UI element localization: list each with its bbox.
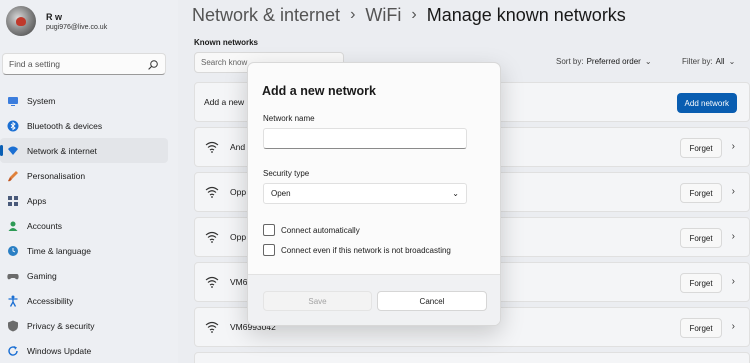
sidebar-nav: System Bluetooth & devices Network & int… — [0, 88, 168, 363]
sidebar-item-apps[interactable]: Apps — [0, 188, 168, 213]
sidebar-item-label: Apps — [27, 195, 47, 206]
update-icon — [7, 345, 19, 357]
sidebar-item-system[interactable]: System — [0, 88, 168, 113]
security-type-value: Open — [271, 189, 291, 198]
sidebar-item-label: Gaming — [27, 270, 57, 281]
checkbox-label: Connect even if this network is not broa… — [281, 245, 451, 255]
network-icon — [7, 145, 19, 157]
sidebar-item-label: Bluetooth & devices — [27, 120, 103, 131]
network-name-label: Network name — [263, 114, 315, 123]
sidebar-item-label: Personalisation — [27, 170, 86, 181]
sidebar-item-accounts[interactable]: Accounts — [0, 213, 168, 238]
checkbox-box[interactable] — [263, 244, 275, 256]
accounts-icon — [7, 220, 19, 232]
gaming-icon — [7, 270, 19, 282]
shield-icon — [7, 320, 19, 332]
search-box[interactable]: Find a setting — [2, 53, 166, 75]
sidebar-item-time-language[interactable]: Time & language — [0, 238, 168, 263]
sidebar-item-bluetooth[interactable]: Bluetooth & devices — [0, 113, 168, 138]
security-type-label: Security type — [263, 169, 310, 178]
sidebar-item-windows-update[interactable]: Windows Update — [0, 338, 168, 363]
sidebar-item-accessibility[interactable]: Accessibility — [0, 288, 168, 313]
checkbox-box[interactable] — [263, 224, 275, 236]
sidebar-item-label: Network & internet — [27, 145, 97, 156]
sidebar-item-label: Accounts — [27, 220, 62, 231]
sidebar-item-privacy[interactable]: Privacy & security — [0, 313, 168, 338]
chevron-down-icon: ⌄ — [452, 189, 459, 198]
avatar — [6, 6, 36, 36]
brush-icon — [7, 170, 19, 182]
accessibility-icon — [7, 295, 19, 307]
apps-icon — [7, 195, 19, 207]
profile-name: R w — [46, 11, 63, 22]
search-input[interactable]: Find a setting — [9, 59, 147, 69]
sidebar-item-gaming[interactable]: Gaming — [0, 263, 168, 288]
sidebar-item-label: Accessibility — [27, 295, 74, 306]
connect-hidden-checkbox[interactable]: Connect even if this network is not broa… — [263, 244, 451, 256]
dialog-footer: Save Cancel — [248, 274, 500, 325]
connect-automatically-checkbox[interactable]: Connect automatically — [263, 224, 360, 236]
sidebar-item-label: Windows Update — [27, 345, 92, 356]
save-button[interactable]: Save — [263, 291, 372, 311]
network-name-input[interactable] — [263, 128, 467, 149]
security-type-select[interactable]: Open ⌄ — [263, 183, 467, 204]
add-network-dialog: Add a new network Network name Security … — [247, 62, 501, 326]
sidebar-item-personalisation[interactable]: Personalisation — [0, 163, 168, 188]
cancel-button[interactable]: Cancel — [377, 291, 487, 311]
checkbox-label: Connect automatically — [281, 225, 360, 235]
sidebar: R w pugi976@live.co.uk Find a setting Sy… — [0, 0, 178, 363]
dialog-title: Add a new network — [262, 84, 376, 98]
sidebar-item-label: Time & language — [27, 245, 91, 256]
search-icon — [147, 58, 159, 70]
sidebar-item-label: System — [27, 95, 56, 106]
globe-clock-icon — [7, 245, 19, 257]
system-icon — [7, 95, 19, 107]
profile[interactable]: R w pugi976@live.co.uk — [6, 6, 107, 36]
sidebar-item-label: Privacy & security — [27, 320, 95, 331]
profile-email: pugi976@live.co.uk — [46, 23, 108, 31]
sidebar-item-network[interactable]: Network & internet — [0, 138, 168, 163]
bluetooth-icon — [7, 120, 19, 132]
